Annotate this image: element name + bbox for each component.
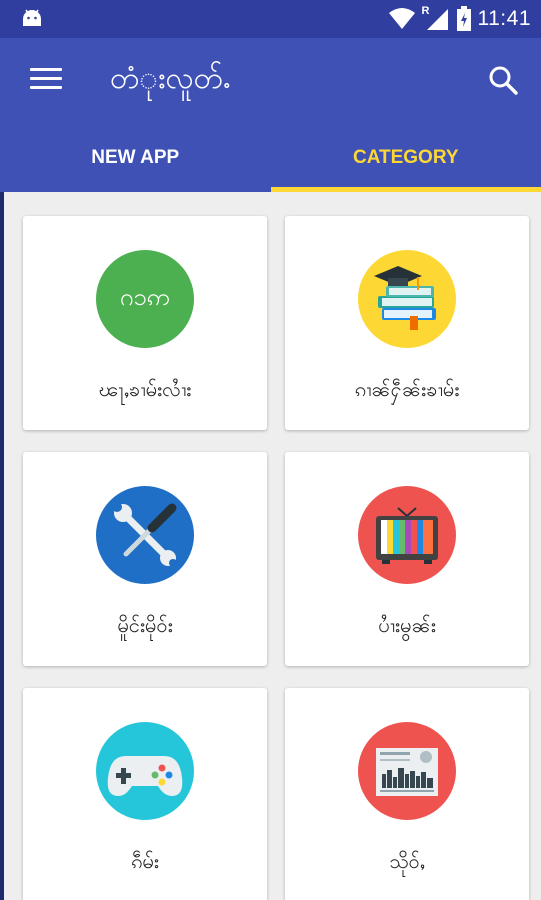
- category-grid: ဂ၁ဢ ၽႃႇၶၢမ်းလၢႆး ၵၢၼ်ႁဵၼ်းၶၢမ်း မိူင်းမိ…: [4, 192, 541, 900]
- category-card-news[interactable]: သိုဝ်ႇ: [285, 688, 529, 900]
- category-card-education[interactable]: ၵၢၼ်ႁဵၼ်းၶၢမ်း: [285, 216, 529, 430]
- television-icon: [358, 486, 456, 584]
- tools-icon: [96, 486, 194, 584]
- hamburger-menu-icon[interactable]: [30, 68, 62, 92]
- roaming-badge: R: [421, 5, 430, 17]
- category-card-television[interactable]: ပၢႆးမွၼ်း: [285, 452, 529, 666]
- category-card-tools[interactable]: မိူင်းမိုဝ်း: [23, 452, 267, 666]
- search-icon[interactable]: [487, 64, 519, 96]
- category-label: ၵၢၼ်ႁဵၼ်းၶၢမ်း: [354, 377, 460, 401]
- gamepad-icon: [96, 722, 194, 820]
- category-label: ၽႃႇၶၢမ်းလၢႆး: [98, 377, 192, 401]
- app-bar: တံုးလူတ်ႉ NEW APP CATEGORY: [0, 38, 541, 192]
- android-icon: [23, 9, 41, 26]
- dictionary-icon-text: ဂ၁ဢ: [119, 283, 171, 311]
- category-card-games[interactable]: ၵဵမ်း: [23, 688, 267, 900]
- status-bar: R 11:41: [0, 0, 541, 38]
- dictionary-icon: ဂ၁ဢ: [96, 250, 194, 348]
- clock: 11:41: [477, 7, 531, 30]
- category-card-dictionary[interactable]: ဂ၁ဢ ၽႃႇၶၢမ်းလၢႆး: [23, 216, 267, 430]
- tab-bar: NEW APP CATEGORY: [0, 124, 541, 192]
- signal-icon: R: [421, 5, 450, 31]
- newspaper-icon: [358, 722, 456, 820]
- wifi-icon: [388, 8, 415, 29]
- category-label: မိူင်းမိုဝ်း: [117, 613, 173, 637]
- battery-icon: [456, 6, 471, 31]
- tab-new-app[interactable]: NEW APP: [0, 124, 271, 192]
- education-icon: [358, 250, 456, 348]
- tab-category[interactable]: CATEGORY: [270, 124, 541, 192]
- page-title: တံုးလူတ်ႉ: [110, 61, 231, 96]
- category-label: သိုဝ်ႇ: [389, 849, 425, 873]
- tab-category-label: CATEGORY: [352, 147, 459, 168]
- tab-new-app-label: NEW APP: [91, 147, 180, 168]
- category-label: ၵဵမ်း: [131, 849, 159, 873]
- category-label: ပၢႆးမွၼ်း: [378, 613, 436, 637]
